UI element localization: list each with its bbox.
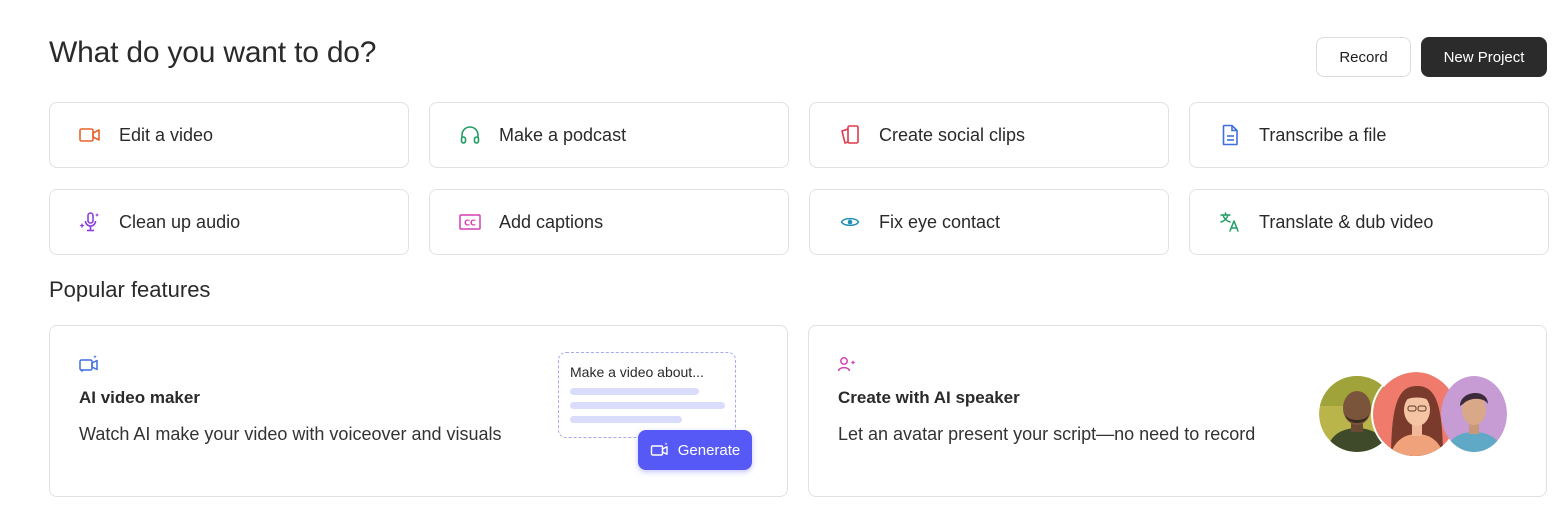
ai-video-maker-card[interactable]: AI video maker Watch AI make your video … [49, 325, 788, 497]
action-grid: Edit a video Make a podcast Create socia… [49, 102, 1549, 255]
ai-speaker-card[interactable]: Create with AI speaker Let an avatar pre… [808, 325, 1547, 497]
prompt-preview-text: Make a video about... [570, 364, 704, 380]
translate-dub-label: Translate & dub video [1259, 211, 1434, 232]
ai-video-maker-description: Watch AI make your video with voiceover … [79, 424, 502, 444]
translate-dub-card[interactable]: Translate & dub video [1189, 189, 1549, 255]
generate-button-label: Generate [677, 441, 741, 459]
avatar-group [1319, 370, 1519, 460]
generate-button[interactable]: Generate [638, 430, 752, 470]
avatar-young-man [1441, 376, 1507, 452]
transcribe-file-card[interactable]: Transcribe a file [1189, 102, 1549, 168]
ai-video-icon [78, 354, 100, 376]
new-project-button[interactable]: New Project [1421, 37, 1547, 77]
add-captions-label: Add captions [499, 211, 604, 232]
svg-text:CC: CC [464, 219, 476, 228]
page-title: What do you want to do? [49, 36, 377, 69]
prompt-line [570, 402, 725, 409]
create-social-clips-card[interactable]: Create social clips [809, 102, 1169, 168]
headphones-icon [458, 123, 482, 147]
ai-speaker-title: Create with AI speaker [838, 388, 1020, 407]
prompt-line [570, 416, 682, 423]
generate-video-icon [650, 442, 670, 458]
eye-icon [838, 210, 862, 234]
clean-up-audio-label: Clean up audio [119, 211, 241, 232]
create-social-clips-label: Create social clips [879, 124, 1026, 145]
transcribe-file-label: Transcribe a file [1259, 124, 1387, 145]
document-icon [1218, 123, 1242, 147]
fix-eye-contact-card[interactable]: Fix eye contact [809, 189, 1169, 255]
cc-icon: CC [458, 210, 482, 234]
edit-video-label: Edit a video [119, 124, 214, 145]
edit-video-card[interactable]: Edit a video [49, 102, 409, 168]
popular-features-heading: Popular features [49, 277, 211, 302]
ai-speaker-icon [837, 354, 859, 376]
social-clips-icon [838, 123, 862, 147]
record-button[interactable]: Record [1316, 37, 1411, 77]
make-podcast-card[interactable]: Make a podcast [429, 102, 789, 168]
prompt-preview: Make a video about... [558, 352, 736, 438]
microphone-sparkle-icon [78, 210, 102, 234]
prompt-line [570, 388, 699, 395]
add-captions-card[interactable]: CC Add captions [429, 189, 789, 255]
ai-speaker-description: Let an avatar present your script—no nee… [838, 424, 1256, 444]
make-podcast-label: Make a podcast [499, 124, 627, 145]
video-camera-icon [78, 123, 102, 147]
clean-up-audio-card[interactable]: Clean up audio [49, 189, 409, 255]
top-actions: Record New Project [1316, 37, 1547, 77]
translate-icon [1218, 210, 1242, 234]
ai-video-maker-title: AI video maker [79, 388, 200, 407]
fix-eye-contact-label: Fix eye contact [879, 211, 1001, 232]
